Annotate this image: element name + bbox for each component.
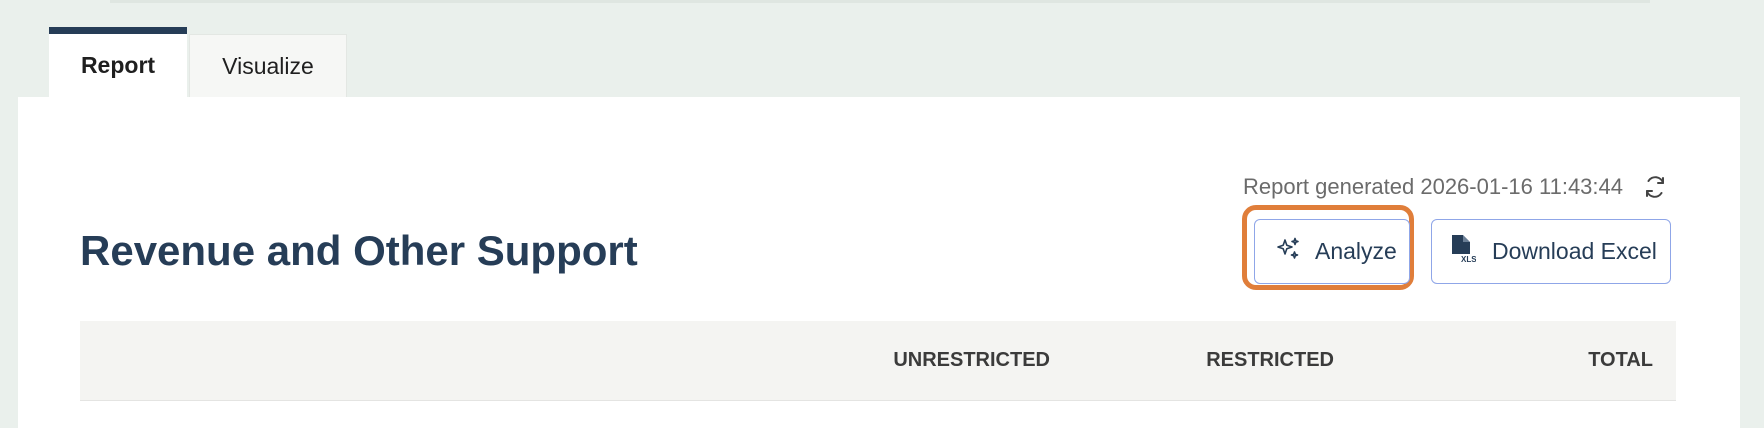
- column-header-unrestricted: UNRESTRICTED: [893, 349, 1050, 371]
- page-title: Revenue and Other Support: [80, 227, 638, 274]
- column-header-total: TOTAL: [1588, 349, 1653, 371]
- tab-bar: Report Visualize: [49, 27, 347, 97]
- download-excel-button[interactable]: XLS Download Excel: [1431, 219, 1671, 284]
- report-generated-row: Report generated 2026-01-16 11:43:44: [1243, 173, 1669, 201]
- svg-text:XLS: XLS: [1461, 255, 1476, 264]
- column-header-restricted: RESTRICTED: [1206, 349, 1334, 371]
- download-excel-button-label: Download Excel: [1492, 238, 1657, 264]
- tab-visualize-label: Visualize: [222, 52, 314, 79]
- table-row: [80, 401, 1676, 428]
- top-strip: [110, 0, 1650, 3]
- sparkle-icon: [1275, 236, 1301, 268]
- report-panel: Report generated 2026-01-16 11:43:44 Rev…: [18, 97, 1740, 428]
- analyze-button[interactable]: Analyze: [1254, 219, 1410, 284]
- tab-report[interactable]: Report: [49, 27, 187, 97]
- tab-visualize[interactable]: Visualize: [189, 34, 347, 97]
- tab-report-label: Report: [80, 52, 156, 78]
- analyze-button-label: Analyze: [1315, 238, 1397, 264]
- xls-file-icon: XLS: [1450, 234, 1477, 270]
- table-header: UNRESTRICTED RESTRICTED TOTAL: [80, 321, 1676, 401]
- refresh-icon[interactable]: [1641, 173, 1669, 201]
- report-generated-timestamp: Report generated 2026-01-16 11:43:44: [1243, 174, 1623, 199]
